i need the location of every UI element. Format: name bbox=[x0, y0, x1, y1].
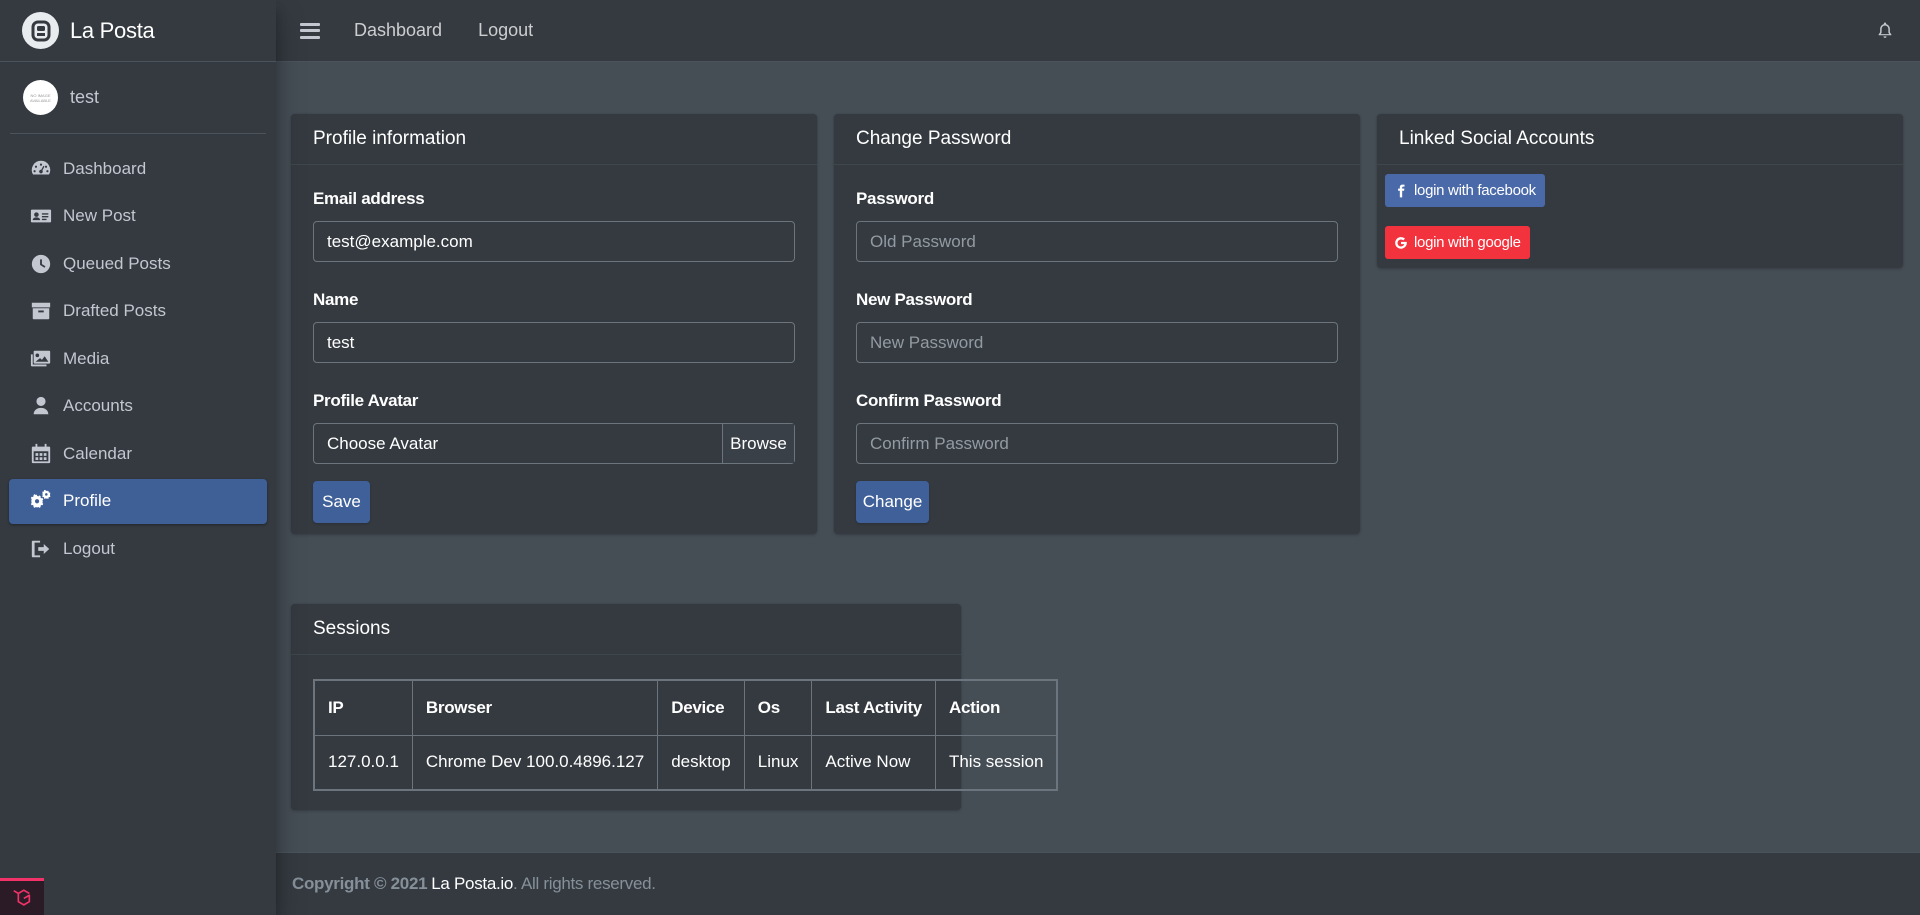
avatar-file-label[interactable]: Choose Avatar bbox=[314, 424, 722, 463]
brand-link[interactable]: La Posta bbox=[0, 0, 276, 62]
top-navbar: Dashboard Logout bbox=[276, 0, 1920, 62]
menu-toggle-icon[interactable] bbox=[300, 22, 320, 39]
column-header-browser: Browser bbox=[411, 679, 659, 736]
column-header-last-activity: Last Activity bbox=[811, 679, 936, 736]
column-header-os: Os bbox=[743, 679, 813, 736]
sidebar-item-queued-posts[interactable]: Queued Posts bbox=[9, 241, 267, 286]
sidebar-item-accounts[interactable]: Accounts bbox=[9, 384, 267, 429]
sidebar-item-label: New Post bbox=[63, 206, 136, 225]
social-accounts-card: Linked Social Accounts login with facebo… bbox=[1377, 114, 1903, 268]
session-browser: Chrome Dev 100.0.4896.127 bbox=[411, 734, 659, 791]
brand-logo-icon bbox=[22, 12, 59, 49]
avatar-text: NO IMAGE AVAILABLE bbox=[30, 92, 51, 103]
sidebar-item-label: Profile bbox=[63, 491, 112, 510]
calendar-icon bbox=[29, 442, 53, 466]
session-action: This session bbox=[934, 734, 1058, 791]
table-row: 127.0.0.1 Chrome Dev 100.0.4896.127 desk… bbox=[313, 734, 1058, 791]
new-password-label: New Password bbox=[856, 290, 973, 309]
avatar: NO IMAGE AVAILABLE bbox=[23, 80, 58, 115]
footer-rights: . All rights reserved. bbox=[513, 874, 656, 893]
archive-icon bbox=[29, 299, 53, 323]
footer-copyright: Copyright © 2021 bbox=[292, 874, 428, 893]
sidebar-item-calendar[interactable]: Calendar bbox=[9, 431, 267, 476]
old-password-field[interactable]: Old Password bbox=[856, 221, 1338, 262]
session-os: Linux bbox=[743, 734, 813, 791]
name-label: Name bbox=[313, 290, 359, 309]
sidebar-nav: Dashboard New Post Queued Posts Drafted … bbox=[0, 146, 276, 571]
sidebar-item-new-post[interactable]: New Post bbox=[9, 194, 267, 239]
password-label: Password bbox=[856, 189, 934, 208]
sessions-table: IP Browser Device Os Last Activity Actio… bbox=[313, 679, 1059, 791]
tachometer-icon bbox=[29, 157, 53, 181]
sidebar-item-label: Calendar bbox=[63, 443, 132, 463]
id-card-icon bbox=[29, 204, 53, 228]
profile-card: Profile information Email address test@e… bbox=[291, 114, 817, 534]
sidebar-item-logout[interactable]: Logout bbox=[9, 526, 267, 571]
images-icon bbox=[29, 347, 53, 371]
sidebar-item-dashboard[interactable]: Dashboard bbox=[9, 146, 267, 191]
sidebar-item-label: Logout bbox=[63, 538, 115, 558]
laravel-debug-icon[interactable] bbox=[0, 878, 44, 915]
sidebar-item-drafted-posts[interactable]: Drafted Posts bbox=[9, 289, 267, 334]
sidebar-item-profile[interactable]: Profile bbox=[9, 478, 267, 524]
google-login-label: login with google bbox=[1414, 234, 1521, 251]
sidebar-item-media[interactable]: Media bbox=[9, 336, 267, 381]
name-field[interactable]: test bbox=[313, 322, 795, 363]
bell-icon[interactable] bbox=[1876, 21, 1894, 39]
user-icon bbox=[29, 394, 53, 418]
avatar-file-input[interactable]: Choose Avatar Browse bbox=[313, 423, 795, 464]
sessions-card-title: Sessions bbox=[291, 604, 961, 655]
top-nav-dashboard[interactable]: Dashboard bbox=[354, 20, 442, 41]
google-icon bbox=[1395, 236, 1407, 249]
google-login-button[interactable]: login with google bbox=[1385, 226, 1530, 259]
sidebar-item-label: Media bbox=[63, 348, 110, 368]
cogs-icon bbox=[29, 489, 53, 513]
change-password-button[interactable]: Change bbox=[856, 481, 929, 523]
sidebar-item-label: Drafted Posts bbox=[63, 301, 166, 320]
confirm-password-label: Confirm Password bbox=[856, 391, 1002, 410]
profile-card-title: Profile information bbox=[291, 114, 817, 165]
session-device: desktop bbox=[657, 734, 745, 791]
confirm-password-field[interactable]: Confirm Password bbox=[856, 423, 1338, 464]
social-card-title: Linked Social Accounts bbox=[1377, 114, 1903, 165]
clock-icon bbox=[29, 252, 53, 276]
user-panel[interactable]: NO IMAGE AVAILABLE test bbox=[10, 62, 266, 134]
session-last-activity: Active Now bbox=[811, 734, 936, 791]
sign-out-icon bbox=[29, 537, 53, 561]
new-password-field[interactable]: New Password bbox=[856, 322, 1338, 363]
password-card: Change Password Password Old Password Ne… bbox=[834, 114, 1360, 534]
table-header-row: IP Browser Device Os Last Activity Actio… bbox=[313, 679, 1058, 736]
password-card-title: Change Password bbox=[834, 114, 1360, 165]
sidebar-item-label: Dashboard bbox=[63, 158, 147, 178]
facebook-login-label: login with facebook bbox=[1414, 182, 1536, 199]
top-nav-logout[interactable]: Logout bbox=[478, 20, 533, 41]
avatar-label: Profile Avatar bbox=[313, 391, 419, 410]
facebook-login-button[interactable]: login with facebook bbox=[1385, 174, 1545, 207]
brand-name: La Posta bbox=[70, 17, 155, 43]
browse-button[interactable]: Browse bbox=[722, 424, 794, 463]
sidebar-item-label: Queued Posts bbox=[63, 253, 171, 273]
facebook-icon bbox=[1398, 184, 1405, 197]
column-header-device: Device bbox=[657, 679, 745, 736]
column-header-action: Action bbox=[934, 679, 1058, 736]
column-header-ip: IP bbox=[313, 679, 413, 736]
user-name[interactable]: test bbox=[70, 87, 99, 108]
session-ip: 127.0.0.1 bbox=[313, 734, 413, 791]
sessions-card: Sessions IP Browser Device Os Last Activ… bbox=[291, 604, 1059, 810]
footer: Copyright © 2021 La Posta.io. All rights… bbox=[276, 852, 1920, 915]
email-field[interactable]: test@example.com bbox=[313, 221, 795, 262]
sidebar-item-label: Accounts bbox=[63, 396, 133, 415]
sidebar: La Posta NO IMAGE AVAILABLE test Dashboa… bbox=[0, 0, 276, 915]
save-button[interactable]: Save bbox=[313, 481, 370, 523]
footer-brand-link[interactable]: La Posta.io bbox=[431, 874, 513, 894]
email-label: Email address bbox=[313, 189, 425, 208]
